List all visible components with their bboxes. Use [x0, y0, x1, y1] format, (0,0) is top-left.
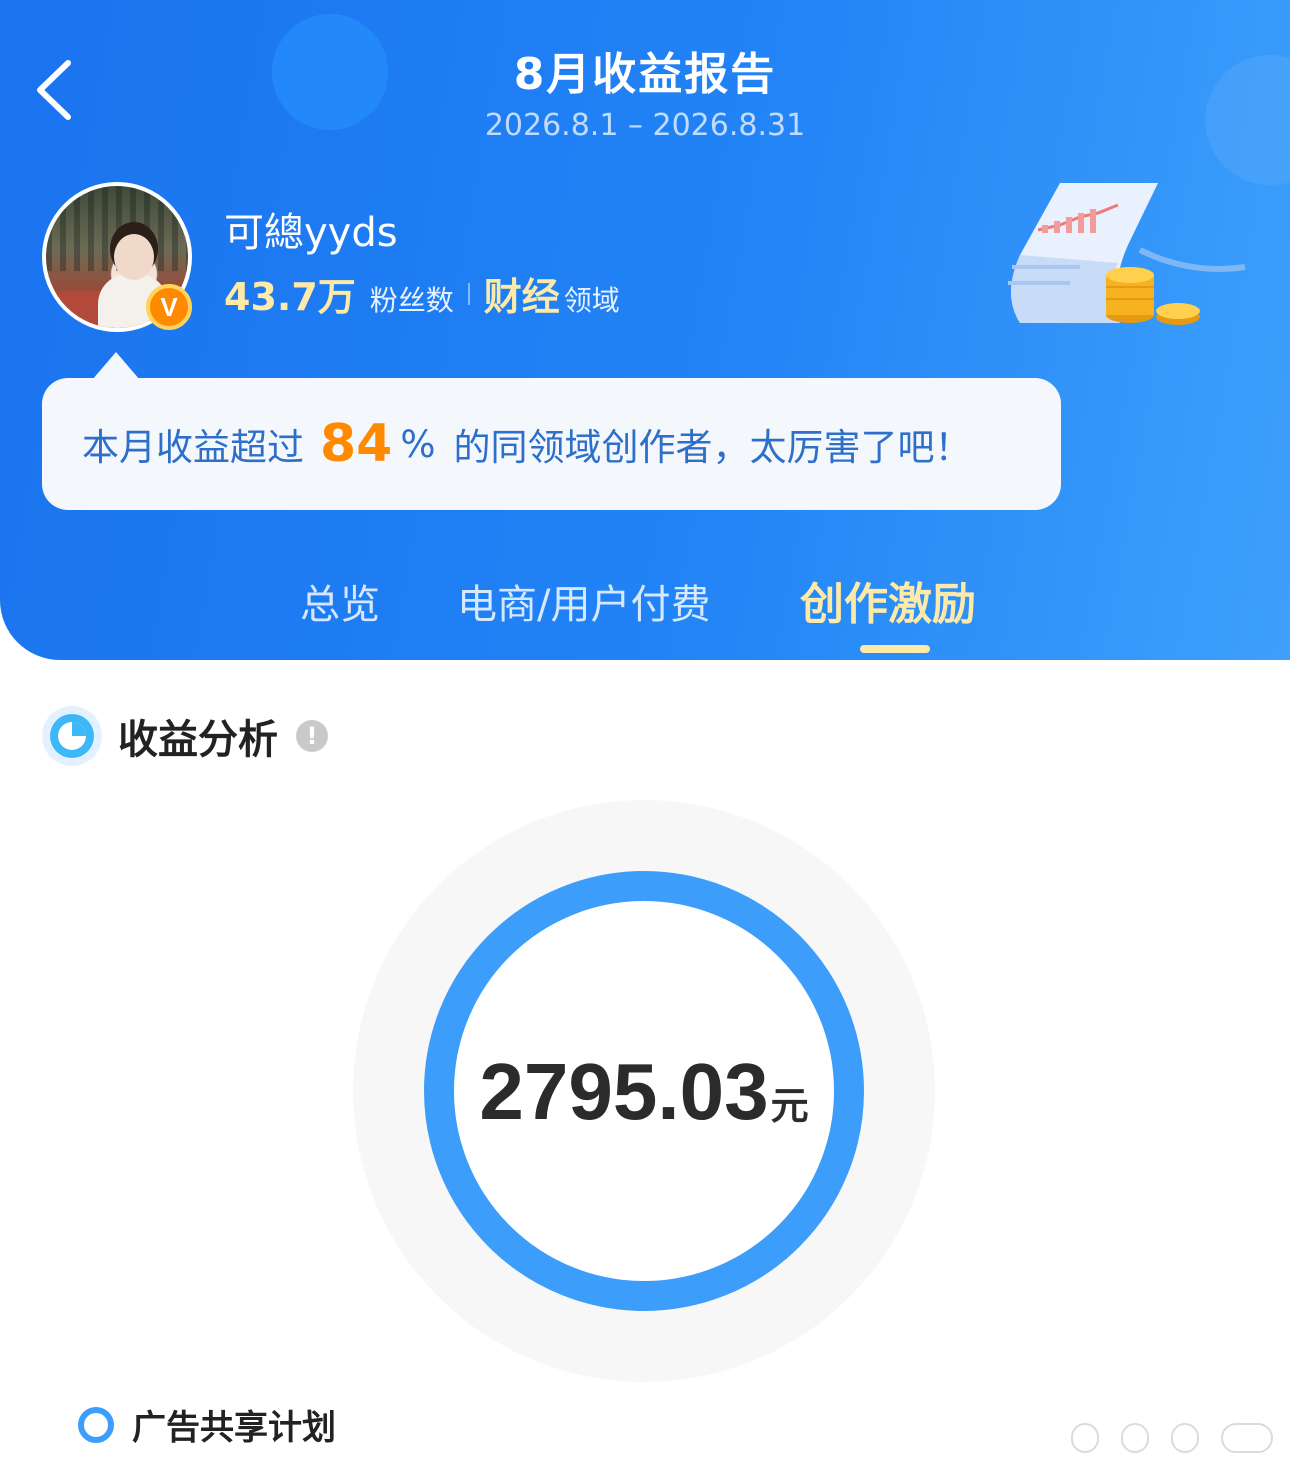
pie-chart-icon [42, 706, 102, 766]
verified-badge-icon: V [146, 284, 192, 330]
total-amount: 2795.03 [479, 1047, 769, 1136]
fans-count: 43.7万 [224, 275, 356, 319]
scroll-indicator-icon [1071, 1423, 1273, 1453]
section-title: 收益分析 [118, 717, 278, 763]
bubble-percent: 84 [320, 414, 393, 474]
bubble-tail [92, 352, 140, 380]
tab-active-indicator [860, 645, 930, 653]
legend-label: 广告共享计划 [132, 1408, 336, 1448]
bubble-prefix: 本月收益超过 [82, 426, 304, 469]
bubble-suffix: 的同领域创作者，太厉害了吧！ [453, 426, 972, 469]
date-range: 2026.8.1 – 2026.8.31 [484, 108, 806, 143]
donut-center-value: 2795.03元 [353, 1046, 935, 1138]
username: 可總yyds [224, 210, 398, 256]
section-header: 收益分析 ! [42, 706, 328, 766]
tab-overview[interactable]: 总览 [300, 572, 380, 630]
ranking-bubble: 本月收益超过 84 % 的同领域创作者，太厉害了吧！ [42, 378, 1061, 510]
amount-unit: 元 [770, 1084, 809, 1128]
bubble-percent-sign: % [400, 422, 436, 466]
tab-bar: 总览 电商/用户付费 创作激励 [0, 572, 1290, 660]
chart-legend: 广告共享计划 [78, 1400, 336, 1449]
fans-label: 粉丝数 [369, 284, 454, 317]
field-label: 领域 [563, 284, 620, 317]
report-header: 8月收益报告 2026.8.1 – 2026.8.31 V 可總yyds 43.… [0, 0, 1290, 660]
tab-creation-incentive[interactable]: 创作激励 [800, 568, 976, 632]
revenue-donut-chart: 2795.03元 [353, 800, 935, 1382]
receipt-coins-illustration [1008, 183, 1246, 325]
field-name: 财经 [483, 275, 560, 319]
profile-stats: 43.7万 粉丝数 财经 领域 [224, 266, 620, 321]
tab-ecommerce[interactable]: 电商/用户付费 [457, 572, 710, 630]
info-icon[interactable]: ! [296, 720, 328, 752]
page-title: 8月收益报告 [513, 49, 777, 100]
legend-dot [78, 1406, 114, 1443]
divider [467, 282, 470, 305]
